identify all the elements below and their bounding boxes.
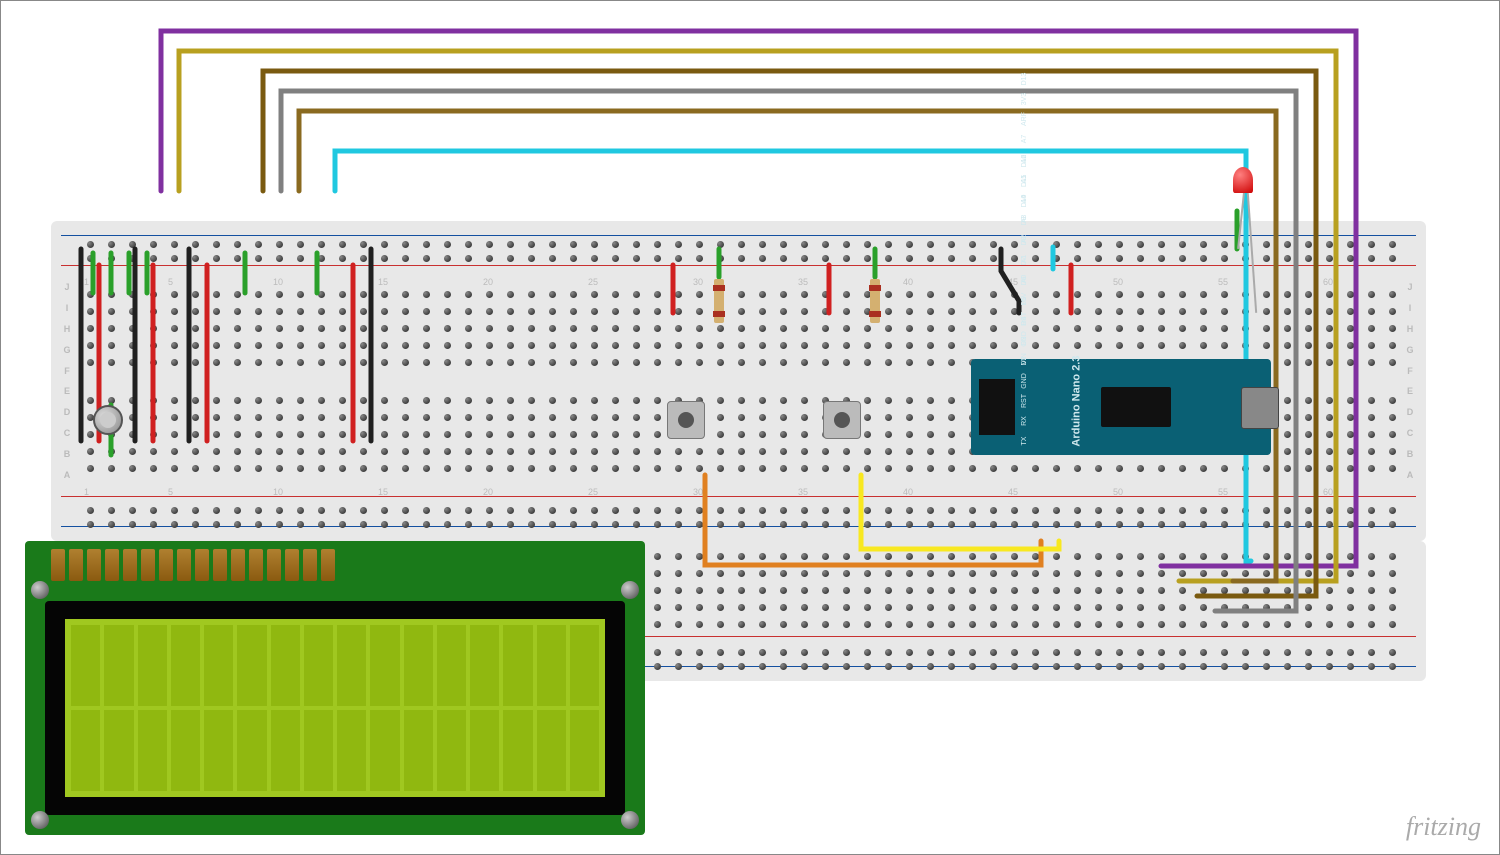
usb-port-icon	[1241, 387, 1279, 429]
arduino-nano: Arduino Nano 2.3 VINGNDRST+5VA0A1A2A3A4A…	[971, 359, 1271, 455]
row-labels-right: JIHGFEDCBA	[1400, 271, 1420, 491]
screw-icon	[621, 811, 639, 829]
lcd-pin-header	[51, 549, 335, 581]
board-label: Arduino Nano 2.3	[1070, 356, 1082, 447]
lcd-16x2	[25, 541, 645, 835]
screw-icon	[31, 811, 49, 829]
push-button-2[interactable]	[823, 401, 861, 439]
led-red	[1233, 167, 1253, 193]
potentiometer[interactable]	[93, 405, 123, 435]
icsp-header-icon	[979, 379, 1015, 435]
push-button-1[interactable]	[667, 401, 705, 439]
lcd-screen	[65, 619, 605, 797]
screw-icon	[621, 581, 639, 599]
resistor-r2	[870, 279, 880, 323]
fritzing-credit: fritzing	[1406, 812, 1481, 842]
mcu-chip-icon	[1101, 387, 1171, 427]
resistor-r1	[714, 279, 724, 323]
screw-icon	[31, 581, 49, 599]
row-labels-left: JIHGFEDCBA	[57, 271, 77, 491]
